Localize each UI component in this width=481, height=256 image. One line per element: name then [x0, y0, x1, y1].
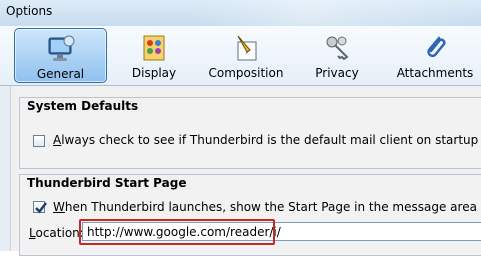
- location-label: Location:: [29, 226, 84, 240]
- system-defaults-group: System Defaults Always check to see if T…: [19, 97, 481, 169]
- tab-display[interactable]: Display: [114, 28, 194, 83]
- default-client-checkbox[interactable]: [33, 135, 45, 147]
- start-page-checkbox[interactable]: [33, 201, 47, 214]
- tab-label: Display: [131, 66, 177, 80]
- location-input[interactable]: [82, 222, 481, 241]
- paperclip-icon: [419, 32, 451, 64]
- keys-icon: [321, 32, 353, 64]
- checkmark-icon: [35, 202, 47, 214]
- group-title: System Defaults: [27, 99, 143, 113]
- tab-privacy[interactable]: Privacy: [302, 28, 372, 83]
- palette-icon: [138, 32, 170, 64]
- tab-composition[interactable]: Composition: [204, 28, 288, 83]
- pen-paper-icon: [230, 32, 262, 64]
- start-page-label: When Thunderbird launches, show the Star…: [53, 200, 477, 214]
- default-client-label: Always check to see if Thunderbird is th…: [53, 133, 479, 147]
- window-title: Options: [6, 4, 53, 18]
- tab-label: Attachments: [396, 66, 474, 80]
- tab-label: Privacy: [315, 66, 359, 80]
- group-title: Thunderbird Start Page: [27, 176, 191, 190]
- options-toolbar: General Display Composition Privacy Atta…: [0, 26, 481, 86]
- title-bar: Options: [0, 0, 481, 26]
- tab-general[interactable]: General: [14, 28, 107, 83]
- tab-attachments[interactable]: Attachments: [392, 28, 478, 83]
- pane-edge: [0, 86, 11, 251]
- tab-label: Composition: [208, 66, 284, 80]
- monitor-icon: [45, 33, 77, 65]
- tab-label: General: [36, 67, 85, 81]
- start-page-group: Thunderbird Start Page When Thunderbird …: [19, 174, 481, 256]
